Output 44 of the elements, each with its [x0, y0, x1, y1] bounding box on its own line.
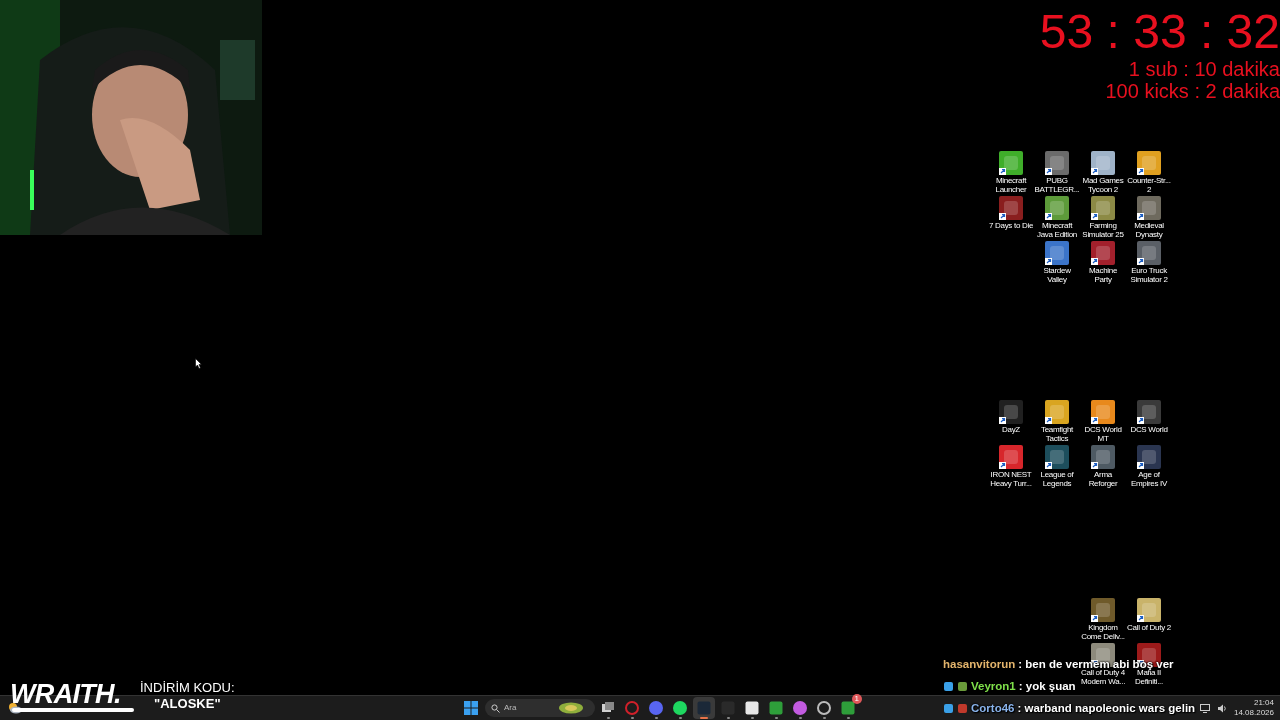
- shortcut-label: Farming Simulator 25: [1081, 221, 1125, 239]
- search-field[interactable]: Ara: [504, 702, 554, 714]
- discount-caption: İNDİRİM KODU:: [140, 680, 235, 696]
- shortcut-label: Euro Truck Simulator 2: [1129, 266, 1169, 284]
- countdown-timer: 53 : 33 : 32: [1039, 6, 1280, 58]
- timer-rule: 100 kicks : 2 dakika: [1105, 80, 1280, 102]
- shortcut-label: Mad Games Tycoon 2: [1081, 176, 1125, 194]
- search-highlight-icon: [558, 702, 584, 714]
- timer-rule: 1 sub : 10 dakika: [1128, 58, 1280, 80]
- shortcut-label: Machine Party: [1087, 266, 1119, 284]
- shortcut-label: Teamfight Tactics: [1040, 425, 1074, 443]
- shortcut-label: League of Legends: [1039, 470, 1075, 488]
- search-bar[interactable]: Ara: [485, 699, 595, 717]
- shortcut-label: 7 Days to Die: [988, 221, 1034, 230]
- network-icon[interactable]: [1199, 703, 1210, 713]
- notification-badge: 1: [851, 694, 862, 704]
- mouse-cursor-icon: [195, 358, 202, 369]
- chat-message: : yok şuan: [1018, 679, 1076, 693]
- shortcut-label: IRON NEST Heavy Turr...: [989, 470, 1033, 488]
- shortcut-label: Minecraft Launcher: [994, 176, 1028, 194]
- shortcut-label: Minecraft Java Edition: [1036, 221, 1078, 239]
- shortcut-label: Counter-Str... 2: [1126, 176, 1172, 194]
- shortcut-label: DayZ: [1001, 425, 1021, 434]
- shortcut-label: Arma Reforger: [1087, 470, 1119, 488]
- shortcut-label: Kingdom Come Deliv...: [1080, 623, 1126, 641]
- chat-username: Veyron1: [971, 679, 1016, 693]
- shortcut-label: Stardew Valley: [1042, 266, 1072, 284]
- taskbar-app[interactable]: 1: [837, 697, 859, 719]
- shortcut-label: Age of Empires IV: [1129, 470, 1169, 488]
- chat-message: : warband napoleonic wars gelin: [1017, 701, 1196, 715]
- chat-username: hasanvitorun: [943, 657, 1016, 671]
- shortcut-label: Call of Duty 2: [1126, 623, 1172, 632]
- shortcut-label: DCS World: [1129, 425, 1169, 434]
- chat-username: Corto46: [971, 701, 1015, 715]
- speaker-icon[interactable]: [1216, 703, 1227, 713]
- discount-code: "ALOSKE": [154, 696, 221, 712]
- shortcut-label: Medieval Dynasty: [1133, 221, 1165, 239]
- shortcut-label: DCS World MT: [1083, 425, 1123, 443]
- search-icon: [491, 703, 500, 713]
- clock[interactable]: 21:04 14.08.2026: [1233, 698, 1274, 718]
- windows-start-icon[interactable]: [463, 700, 479, 716]
- shortcut-label: Call of Duty 4 Modern Wa...: [1080, 668, 1126, 686]
- sponsor-logo: WRAITH.: [10, 680, 122, 708]
- shortcut-label: PUBG BATTLEGR...: [1034, 176, 1080, 194]
